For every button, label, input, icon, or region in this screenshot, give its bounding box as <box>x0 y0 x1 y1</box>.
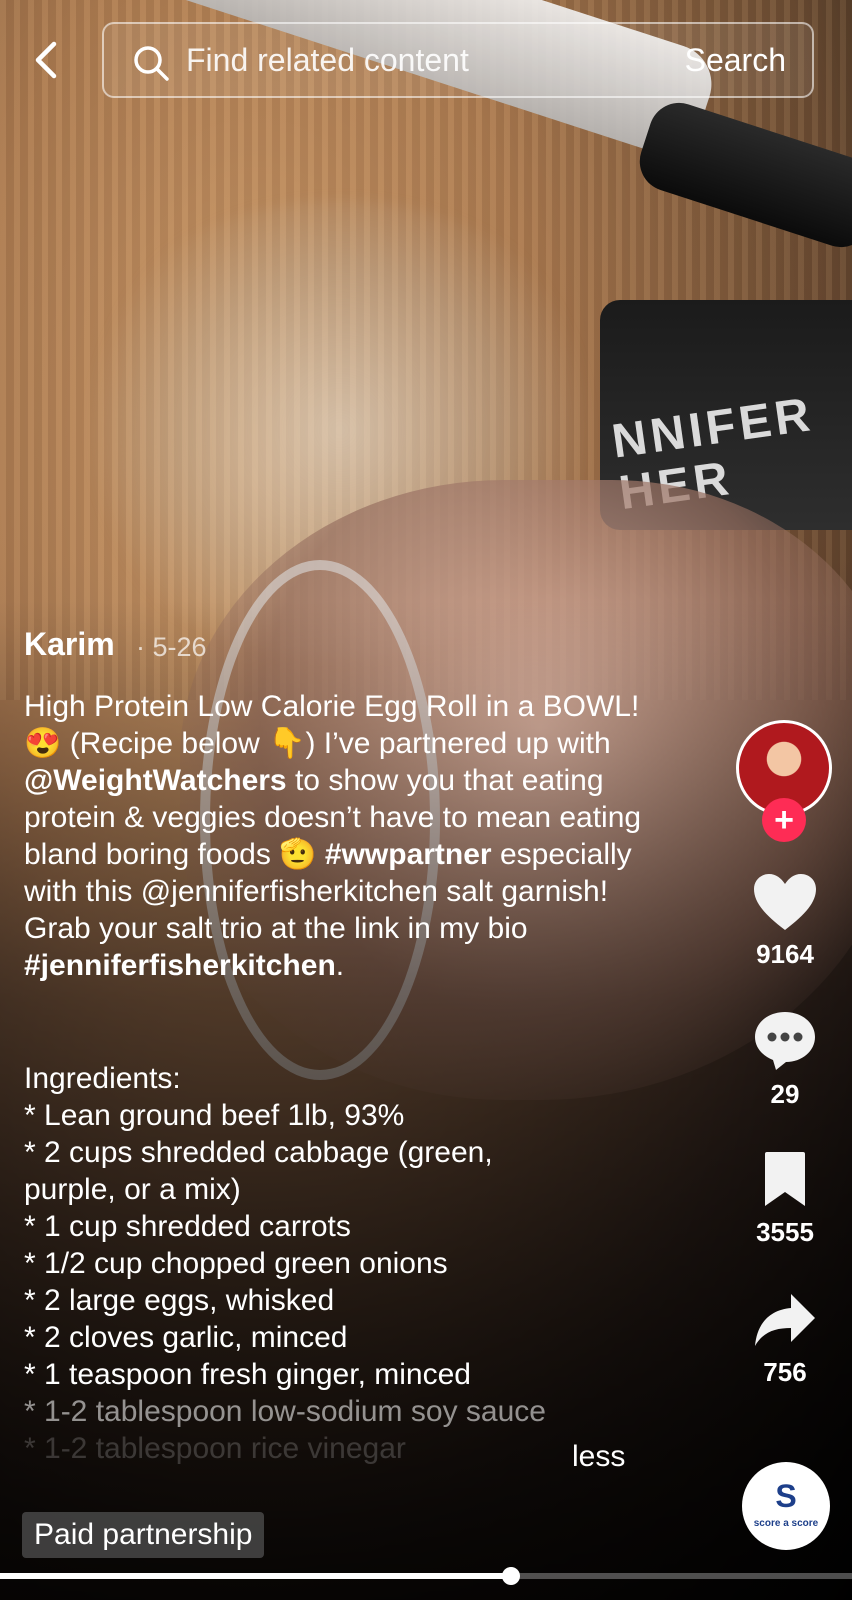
sound-logo-text: score a score <box>753 1518 819 1529</box>
save-count: 3555 <box>756 1217 814 1247</box>
post-caption: High Protein Low Calorie Egg Roll in a B… <box>24 688 664 984</box>
back-button[interactable] <box>28 40 68 80</box>
video-screen[interactable]: NNIFER HER Find related content Search K… <box>0 0 852 1600</box>
list-item: * Lean ground beef 1lb, 93% <box>24 1099 405 1132</box>
search-bar[interactable]: Find related content Search <box>102 22 814 98</box>
list-item: * 1 teaspoon fresh ginger, minced <box>24 1358 471 1391</box>
search-input[interactable]: Find related content <box>186 42 469 79</box>
comment-icon <box>755 1012 815 1070</box>
hashtag-jenniferfisherkitchen[interactable]: #jenniferfisherkitchen <box>24 949 336 982</box>
search-icon <box>134 46 169 81</box>
share-button[interactable]: 756 <box>740 1290 830 1388</box>
author-name[interactable]: Karim <box>24 626 115 663</box>
progress-fill <box>0 1573 511 1579</box>
list-item: * 2 large eggs, whisked <box>24 1284 335 1317</box>
ingredients-heading: Ingredients: <box>24 1062 181 1095</box>
progress-bar[interactable] <box>0 1567 852 1585</box>
paid-partnership-badge[interactable]: Paid partnership <box>22 1512 265 1558</box>
post-date: · 5-26 <box>136 632 207 662</box>
list-item: * 2 cups shredded cabbage (green, <box>24 1136 493 1169</box>
list-item: * 1-2 tablespoon low-sodium soy sauce <box>24 1395 546 1428</box>
list-item: * 2 cloves garlic, minced <box>24 1321 348 1354</box>
share-icon <box>755 1294 815 1346</box>
share-count: 756 <box>763 1357 807 1387</box>
heart-icon <box>754 874 816 930</box>
mention-weightwatchers[interactable]: @WeightWatchers <box>24 764 287 797</box>
hashtag-wwpartner[interactable]: #wwpartner <box>325 838 492 871</box>
save-button[interactable]: 3555 <box>740 1150 830 1248</box>
ingredients-list: Ingredients: * Lean ground beef 1lb, 93%… <box>24 1060 684 1467</box>
bookmark-icon <box>765 1152 805 1206</box>
follow-button[interactable]: + <box>762 798 806 842</box>
caption-text: . <box>335 949 345 982</box>
list-item: purple, or a mix) <box>24 1173 241 1206</box>
sound-disc[interactable]: S score a score <box>742 1462 830 1550</box>
list-item: * 1/2 cup chopped green onions <box>24 1247 448 1280</box>
chevron-left-icon <box>35 41 57 79</box>
caption-text: High Protein Low Calorie Egg Roll in a B… <box>24 690 640 760</box>
sound-logo-letter: S <box>775 1478 797 1514</box>
progress-knob[interactable] <box>502 1567 520 1585</box>
comment-button[interactable]: 29 <box>740 1010 830 1110</box>
list-item: * 1 cup shredded carrots <box>24 1210 351 1243</box>
like-button[interactable]: 9164 <box>740 872 830 970</box>
comment-count: 29 <box>770 1079 800 1109</box>
less-button[interactable]: less <box>572 1440 625 1474</box>
search-button[interactable]: Search <box>685 42 786 79</box>
like-count: 9164 <box>756 939 814 969</box>
